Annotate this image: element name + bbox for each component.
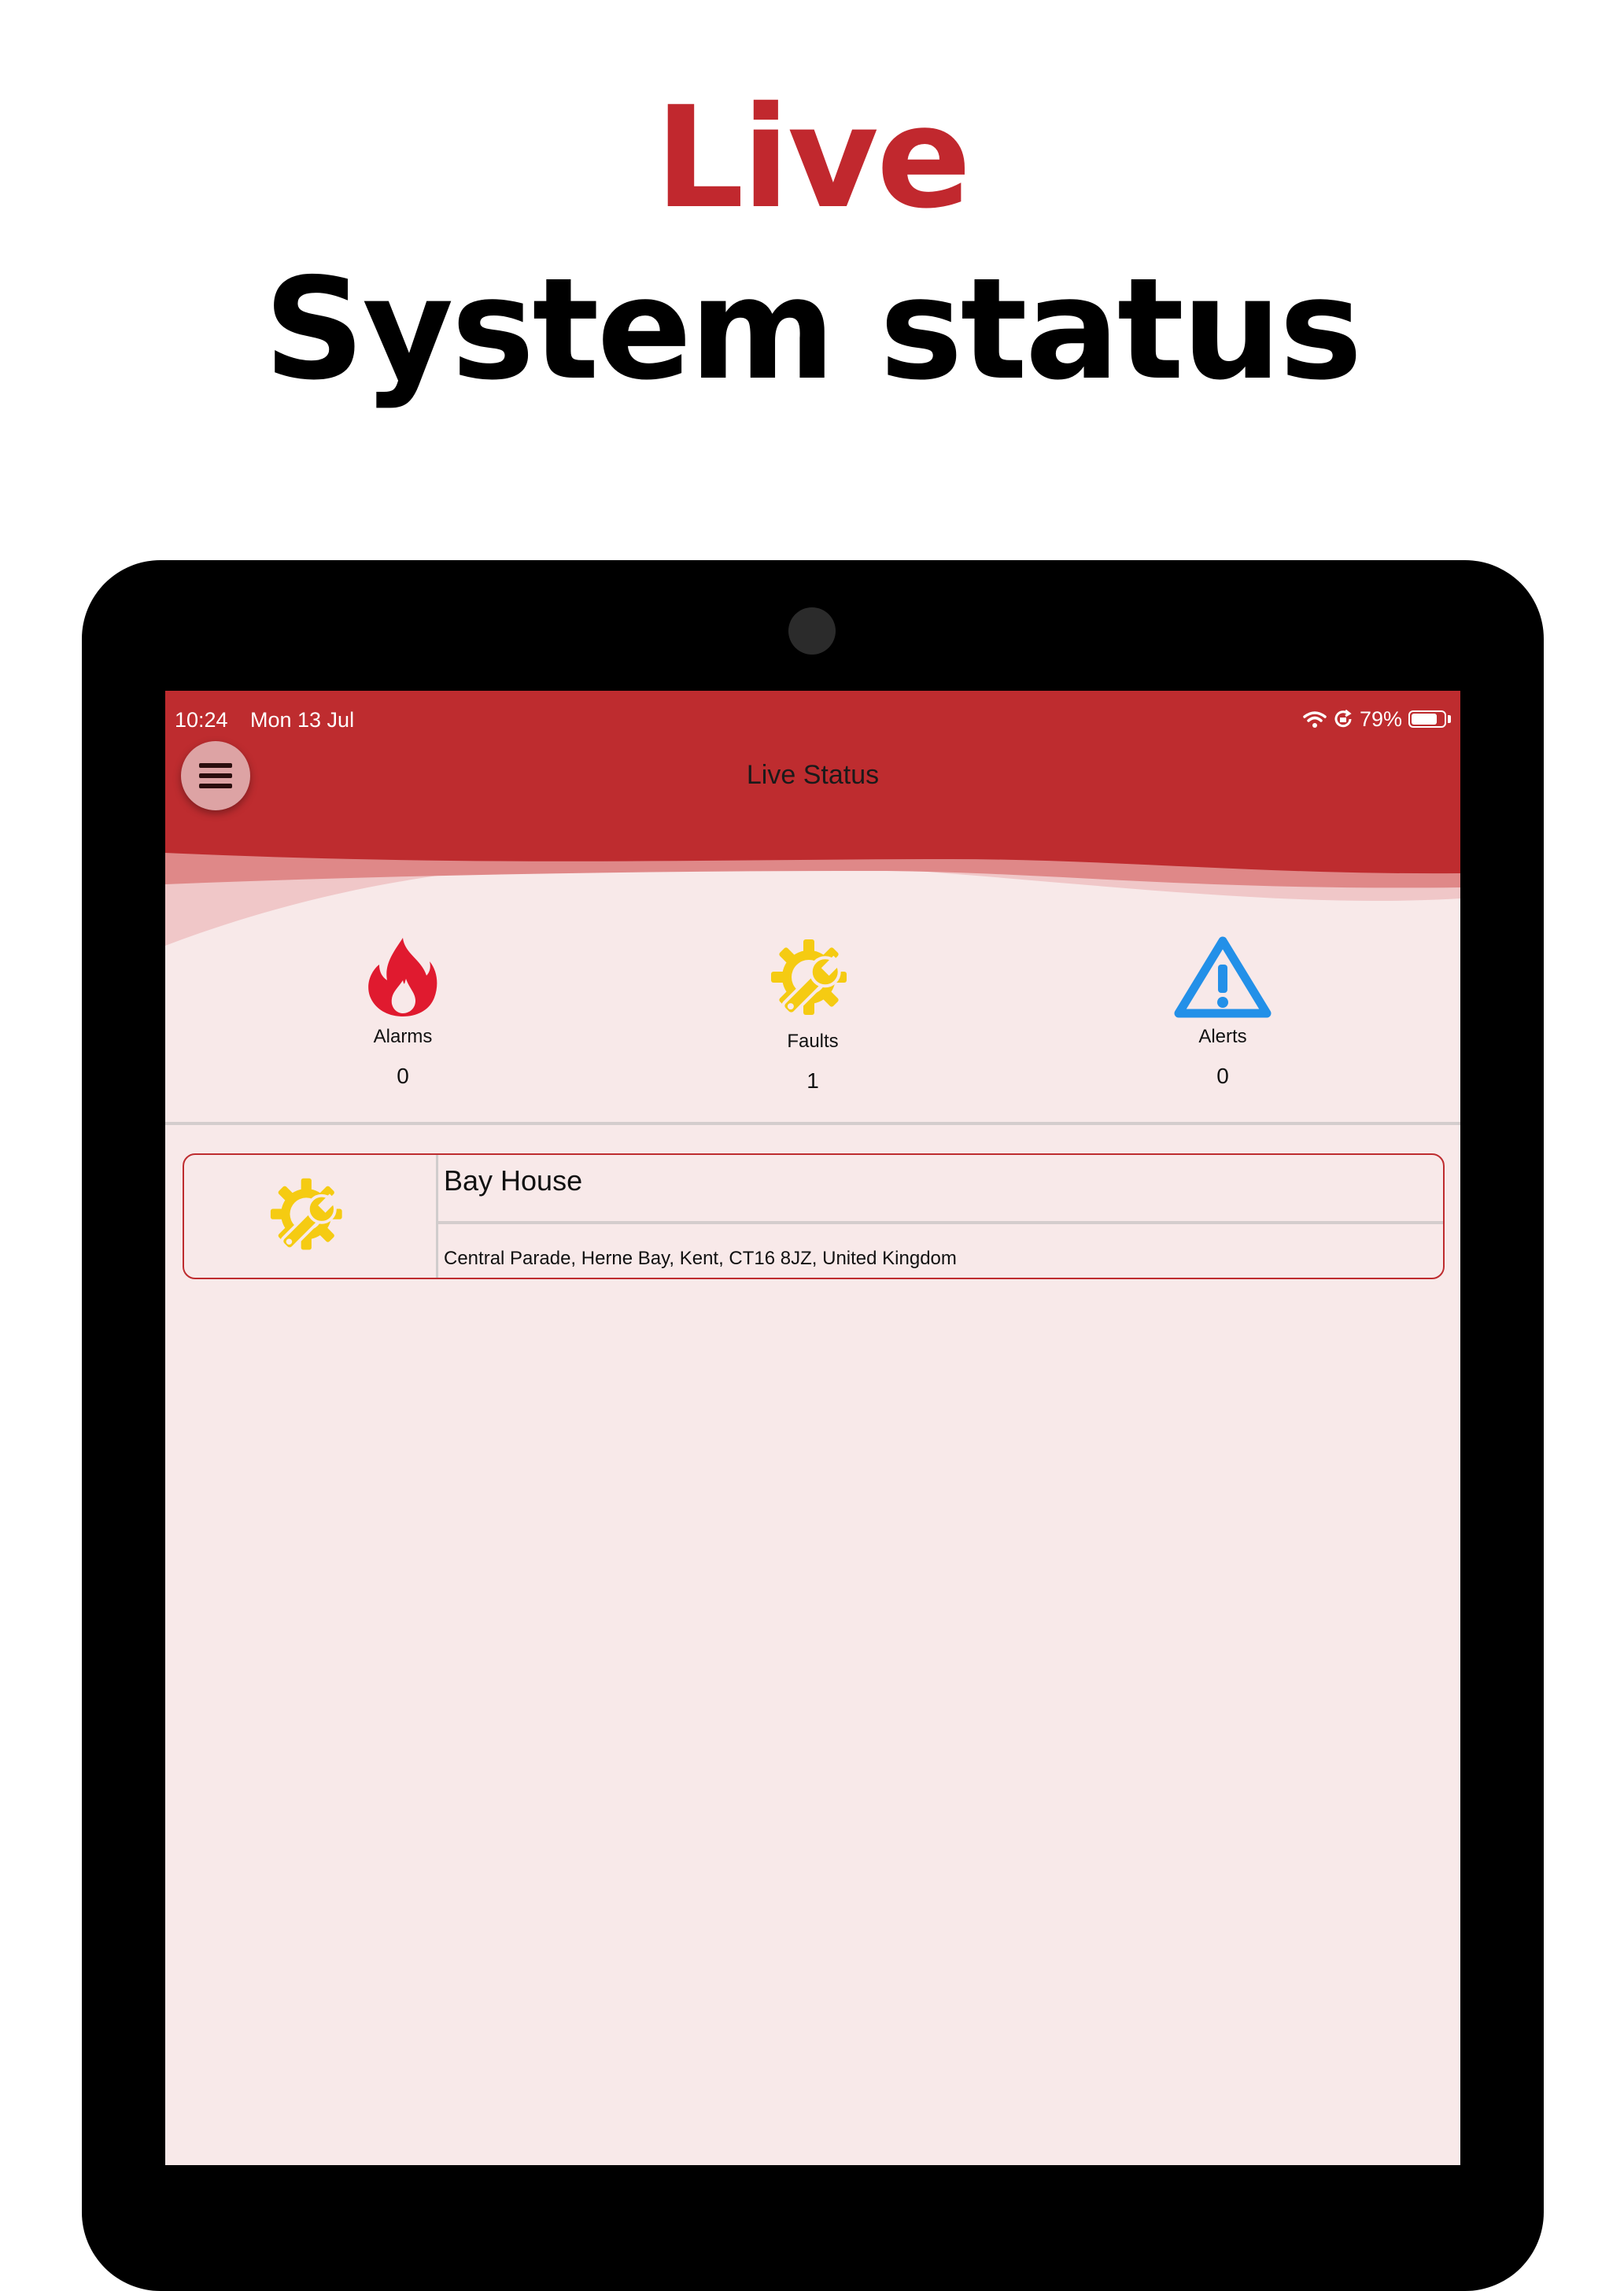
faults-counter[interactable]: Faults 1 [695,936,931,1094]
site-card-separator [438,1221,1443,1224]
headline-live: Live [655,76,971,239]
alerts-label: Alerts [1198,1026,1247,1047]
warning-triangle-icon [1174,936,1272,1018]
status-time: 10:24 [175,708,228,732]
site-address: Central Parade, Herne Bay, Kent, CT16 8J… [444,1248,957,1269]
battery-icon [1408,710,1446,728]
battery-percent: 79% [1359,706,1402,731]
status-date: Mon 13 Jul [250,708,355,732]
camera-icon [788,607,836,655]
app-screen: 10:24 Mon 13 Jul 79% Live Status Alarms … [165,691,1460,2165]
flame-icon [368,938,437,1016]
status-bar: 10:24 Mon 13 Jul 79% [165,702,1460,733]
alerts-counter[interactable]: Alerts 0 [1105,936,1341,1089]
site-card[interactable]: Bay House Central Parade, Herne Bay, Ken… [183,1153,1445,1279]
headline-system-status: System status [264,248,1362,411]
alarms-label: Alarms [373,1026,433,1047]
site-name: Bay House [444,1164,583,1197]
faults-label: Faults [787,1031,839,1052]
alarms-count: 0 [397,1064,409,1088]
wifi-icon [1303,711,1327,728]
app-header: 10:24 Mon 13 Jul 79% Live Status [165,691,1460,829]
gear-wrench-icon [771,939,847,1016]
alarms-counter[interactable]: Alarms 0 [285,936,521,1089]
status-right: 79% [1303,706,1451,732]
faults-count: 1 [806,1068,819,1093]
section-divider [165,1122,1460,1125]
alerts-count: 0 [1216,1064,1229,1088]
page-title: Live Status [746,760,880,790]
gear-wrench-icon [270,1178,342,1251]
site-status-cell [184,1155,438,1278]
rotation-lock-icon [1334,709,1352,728]
header-wave-decoration [165,828,1460,946]
